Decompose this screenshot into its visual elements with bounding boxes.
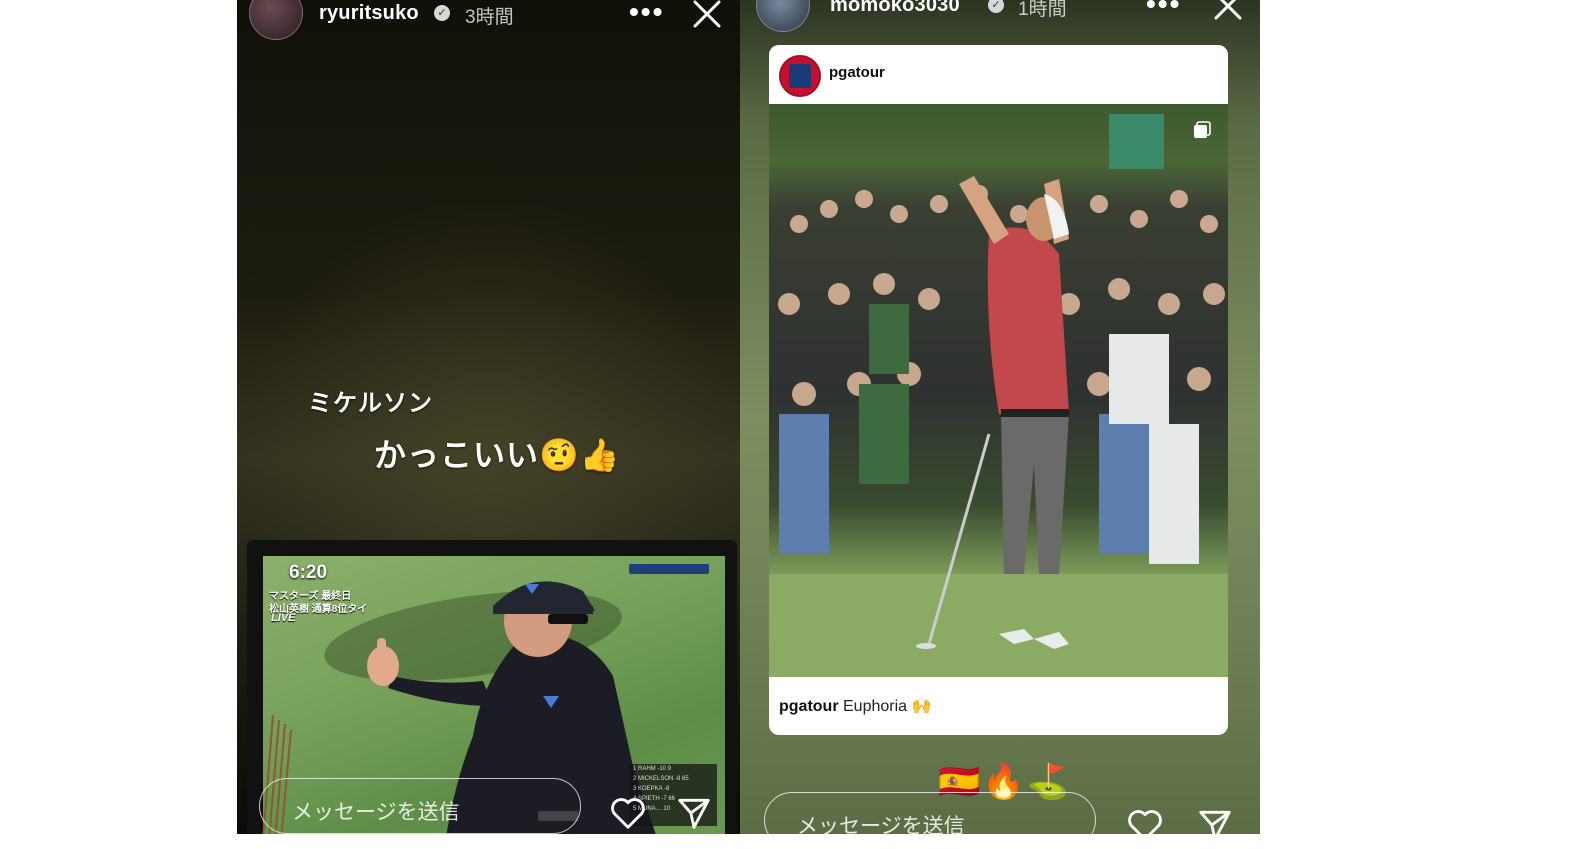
more-options-icon[interactable]: •••: [1146, 0, 1181, 18]
story-caption-line2: かっこいい🤨👍: [374, 437, 621, 473]
story-header: ryuritsuko ✓ 3時間 •••: [237, 0, 740, 40]
crowd-illustration: [769, 114, 1228, 677]
shared-post-caption: pgatour Euphoria 🙌: [779, 696, 931, 716]
story-time: 1時間: [1018, 0, 1067, 20]
story-ryuritsuko[interactable]: ryuritsuko ✓ 3時間 ••• ミケルソン かっこいい🤨👍 6:20 …: [237, 0, 740, 834]
avatar[interactable]: [756, 0, 810, 32]
pgatour-avatar[interactable]: [779, 55, 821, 97]
heart-icon[interactable]: [609, 794, 647, 832]
story-header: momoko3030 ✓ 1時間 •••: [740, 0, 1260, 40]
message-placeholder: メッセージを送信: [797, 815, 965, 838]
shared-post-header: pgatour: [769, 45, 1228, 103]
close-icon[interactable]: [1210, 0, 1246, 24]
message-input[interactable]: メッセージを送信: [764, 792, 1096, 848]
verified-badge-icon: ✓: [988, 0, 1004, 13]
send-icon[interactable]: [1196, 806, 1234, 844]
golfer-celebration-photo: [769, 104, 1228, 677]
story-time: 3時間: [465, 7, 514, 28]
story-username[interactable]: momoko3030: [830, 0, 960, 17]
close-icon[interactable]: [689, 0, 725, 32]
shared-post-caption-text: Euphoria 🙌: [843, 698, 932, 715]
story-caption-line1: ミケルソン: [308, 390, 433, 417]
heart-icon[interactable]: [1126, 806, 1164, 844]
shared-post-card[interactable]: pgatour pgatour Euphoria 🙌: [769, 45, 1228, 735]
message-input[interactable]: メッセージを送信: [259, 778, 581, 834]
verified-badge-icon: ✓: [434, 5, 450, 21]
send-icon[interactable]: [675, 794, 713, 832]
tv-clock: 6:20: [289, 562, 328, 583]
avatar[interactable]: [249, 0, 303, 40]
shared-post-caption-user[interactable]: pgatour: [779, 698, 839, 715]
tv-live: LIVE: [271, 612, 296, 624]
story-username[interactable]: ryuritsuko: [319, 2, 419, 25]
more-options-icon[interactable]: •••: [629, 0, 664, 26]
shared-post-username[interactable]: pgatour: [829, 64, 885, 81]
multiple-posts-icon: [1192, 120, 1212, 140]
message-placeholder: メッセージを送信: [292, 801, 460, 824]
